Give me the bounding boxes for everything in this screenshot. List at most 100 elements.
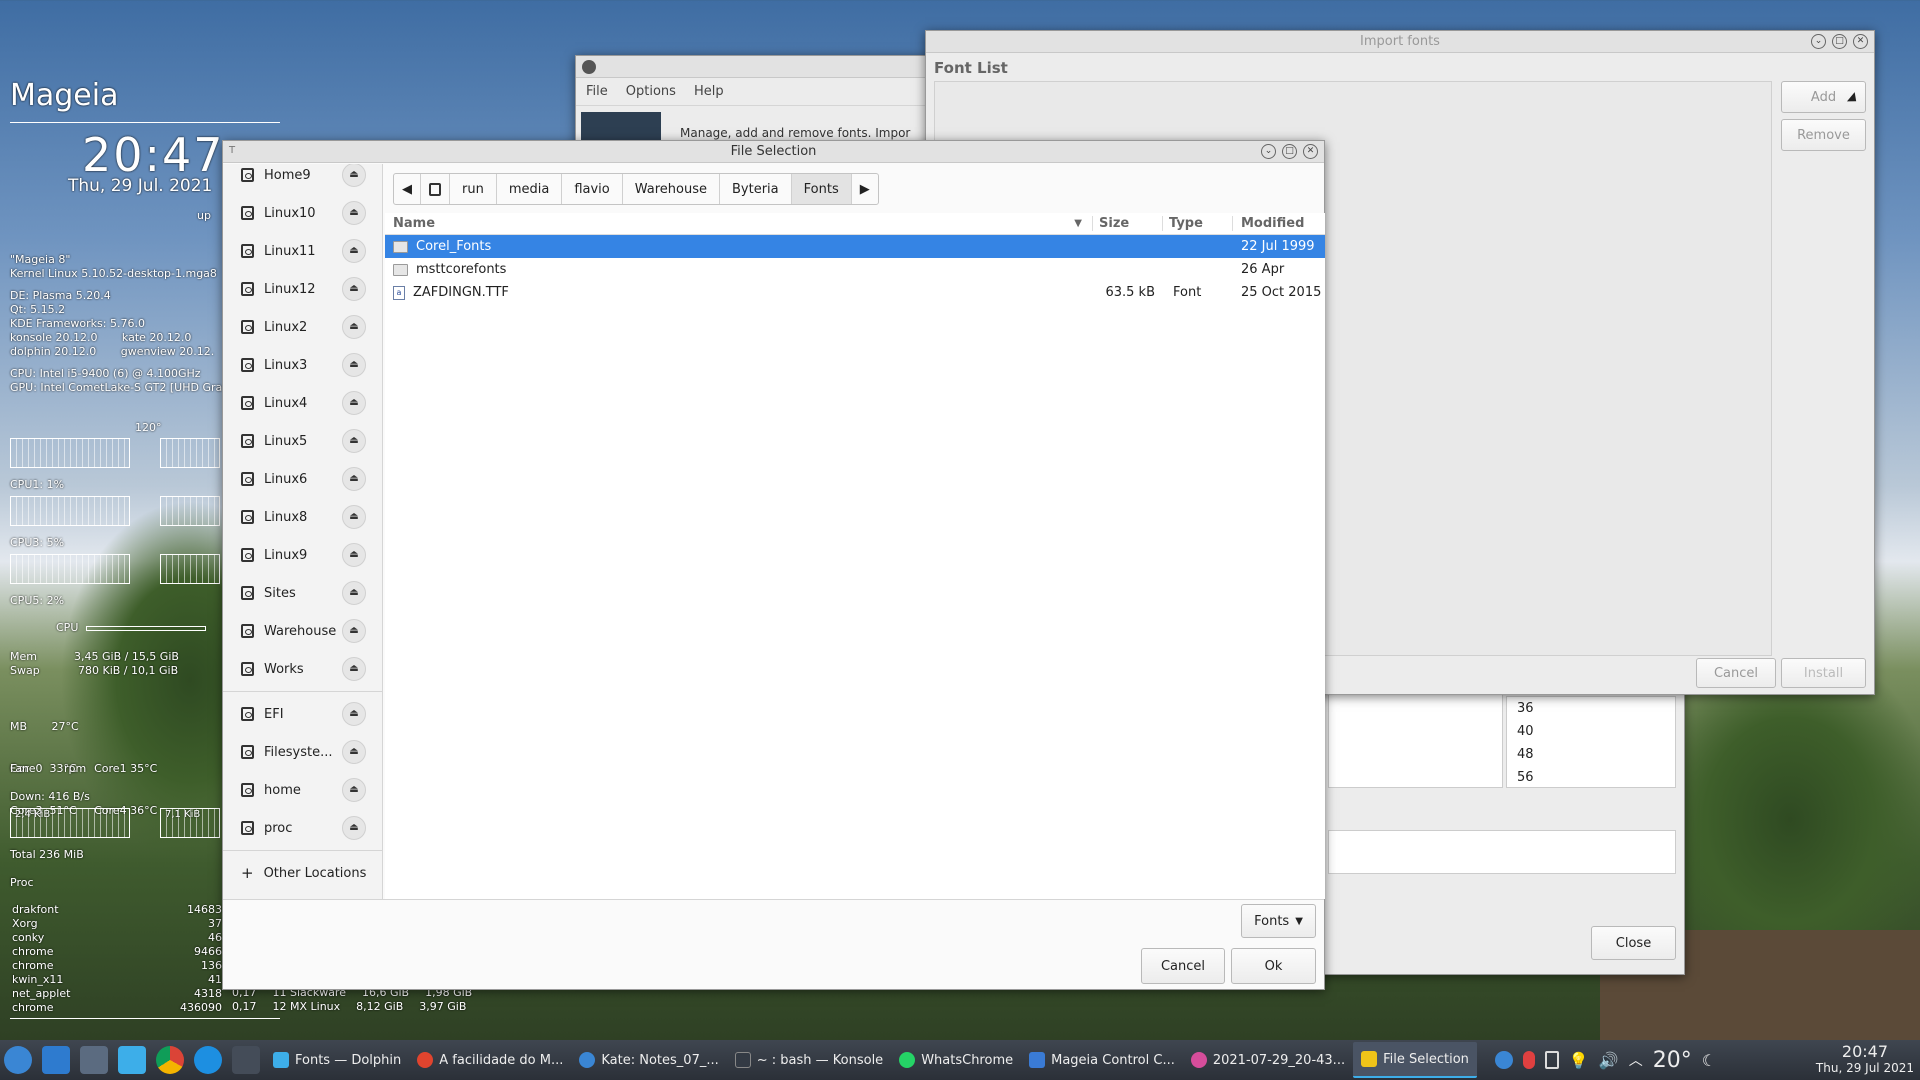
eject-icon[interactable]: ⏏ bbox=[342, 391, 366, 415]
file-row[interactable]: msttcorefonts 26 Apr bbox=[385, 258, 1325, 281]
eject-icon[interactable]: ⏏ bbox=[342, 816, 366, 840]
eject-icon[interactable]: ⏏ bbox=[342, 619, 366, 643]
crumb-run[interactable]: run bbox=[450, 174, 497, 204]
maximize-icon[interactable]: □ bbox=[1282, 144, 1297, 159]
eject-icon[interactable]: ⏏ bbox=[342, 467, 366, 491]
network-icon[interactable] bbox=[1494, 1051, 1513, 1069]
settings-gear-icon[interactable] bbox=[42, 1046, 70, 1074]
menu-help[interactable]: Help bbox=[694, 84, 724, 99]
eject-icon[interactable]: ⏏ bbox=[342, 543, 366, 567]
notifications-icon[interactable]: 💡 bbox=[1569, 1051, 1589, 1070]
task-chrome[interactable]: A facilidade do M... bbox=[409, 1042, 571, 1078]
crumb-flavio[interactable]: flavio bbox=[562, 174, 623, 204]
column-name[interactable]: Name ▼ bbox=[385, 216, 1093, 231]
kate-icon[interactable] bbox=[194, 1046, 222, 1074]
menu-file[interactable]: File bbox=[586, 84, 608, 99]
eject-icon[interactable]: ⏏ bbox=[342, 505, 366, 529]
expand-tray-icon[interactable]: ︿ bbox=[1629, 1050, 1643, 1070]
path-scroll-right-icon[interactable]: ▶ bbox=[852, 174, 878, 204]
eject-icon[interactable]: ⏏ bbox=[342, 164, 366, 187]
place-sites[interactable]: Sites ⏏ bbox=[223, 574, 382, 612]
system-monitor-icon[interactable] bbox=[80, 1046, 108, 1074]
volume-icon[interactable]: 🔊 bbox=[1599, 1051, 1619, 1070]
maximize-icon[interactable]: □ bbox=[1832, 34, 1847, 49]
close-button[interactable]: Close bbox=[1591, 926, 1676, 960]
close-icon[interactable]: ✕ bbox=[1853, 34, 1868, 49]
place-linux11[interactable]: Linux11 ⏏ bbox=[223, 232, 382, 270]
place-linux8[interactable]: Linux8 ⏏ bbox=[223, 498, 382, 536]
size-item[interactable]: 48 bbox=[1517, 743, 1675, 766]
eject-icon[interactable]: ⏏ bbox=[342, 740, 366, 764]
task-whatschrome[interactable]: WhatsChrome bbox=[891, 1042, 1021, 1078]
place-linux10[interactable]: Linux10 ⏏ bbox=[223, 194, 382, 232]
install-button[interactable]: Install bbox=[1781, 658, 1866, 688]
clipboard-icon[interactable] bbox=[1544, 1051, 1559, 1069]
device-proc[interactable]: proc ⏏ bbox=[223, 809, 382, 847]
minimize-icon[interactable]: ⌄ bbox=[1811, 34, 1826, 49]
ok-button[interactable]: Ok bbox=[1231, 948, 1316, 984]
crumb-media[interactable]: media bbox=[497, 174, 563, 204]
column-type[interactable]: Type bbox=[1163, 216, 1233, 231]
close-icon[interactable]: ✕ bbox=[1303, 144, 1318, 159]
size-item[interactable]: 40 bbox=[1517, 720, 1675, 743]
minimize-icon[interactable]: ⌄ bbox=[1261, 144, 1276, 159]
taskbar-clock[interactable]: 20:47 Thu, 29 Jul 2021 bbox=[1816, 1044, 1914, 1076]
weather-temperature[interactable]: 20° bbox=[1653, 1048, 1692, 1073]
eject-icon[interactable]: ⏏ bbox=[342, 581, 366, 605]
file-type-filter[interactable]: Fonts ▼ bbox=[1241, 904, 1316, 938]
place-linux4[interactable]: Linux4 ⏏ bbox=[223, 384, 382, 422]
task-dolphin[interactable]: Fonts — Dolphin bbox=[265, 1042, 409, 1078]
proc-pid: 136 bbox=[201, 959, 222, 972]
konsole-icon[interactable] bbox=[232, 1046, 260, 1074]
place-linux9[interactable]: Linux9 ⏏ bbox=[223, 536, 382, 574]
night-mode-icon[interactable]: ☾ bbox=[1702, 1051, 1716, 1070]
eject-icon[interactable]: ⏏ bbox=[342, 277, 366, 301]
place-warehouse[interactable]: Warehouse ⏏ bbox=[223, 612, 382, 650]
column-modified[interactable]: Modified bbox=[1233, 216, 1325, 231]
eject-icon[interactable]: ⏏ bbox=[342, 201, 366, 225]
size-item[interactable]: 36 bbox=[1517, 697, 1675, 720]
crumb-warehouse[interactable]: Warehouse bbox=[623, 174, 720, 204]
eject-icon[interactable]: ⏏ bbox=[342, 429, 366, 453]
place-works[interactable]: Works ⏏ bbox=[223, 650, 382, 688]
cancel-button[interactable]: Cancel bbox=[1696, 658, 1776, 688]
crumb-byteria[interactable]: Byteria bbox=[720, 174, 792, 204]
remove-button[interactable]: Remove bbox=[1781, 119, 1866, 151]
column-size[interactable]: Size bbox=[1093, 216, 1163, 231]
dolphin-icon[interactable] bbox=[118, 1046, 146, 1074]
device-efi[interactable]: EFI ⏏ bbox=[223, 695, 382, 733]
task-file-selection[interactable]: File Selection bbox=[1353, 1042, 1477, 1078]
crumb-fonts[interactable]: Fonts bbox=[791, 174, 852, 204]
place-home9[interactable]: Home9 ⏏ bbox=[223, 164, 382, 194]
task-konsole[interactable]: ~ : bash — Konsole bbox=[727, 1042, 891, 1078]
eject-icon[interactable]: ⏏ bbox=[342, 657, 366, 681]
file-row[interactable]: Corel_Fonts 22 Jul 1999 bbox=[385, 235, 1325, 258]
chrome-icon[interactable] bbox=[156, 1046, 184, 1074]
path-scroll-left-icon[interactable]: ◀ bbox=[394, 174, 421, 204]
other-locations[interactable]: + Other Locations bbox=[223, 854, 382, 892]
file-row[interactable]: a ZAFDINGN.TTF 63.5 kB Font 25 Oct 2015 bbox=[385, 281, 1325, 304]
cancel-button[interactable]: Cancel bbox=[1141, 948, 1225, 984]
eject-icon[interactable]: ⏏ bbox=[342, 702, 366, 726]
eject-icon[interactable]: ⏏ bbox=[342, 353, 366, 377]
place-linux6[interactable]: Linux6 ⏏ bbox=[223, 460, 382, 498]
task-mageia-control-center[interactable]: Mageia Control C... bbox=[1021, 1042, 1183, 1078]
eject-icon[interactable]: ⏏ bbox=[342, 315, 366, 339]
place-linux5[interactable]: Linux5 ⏏ bbox=[223, 422, 382, 460]
size-list[interactable]: 36 40 48 56 bbox=[1506, 696, 1676, 788]
task-kate[interactable]: Kate: Notes_07_... bbox=[571, 1042, 726, 1078]
place-linux2[interactable]: Linux2 ⏏ bbox=[223, 308, 382, 346]
size-item[interactable]: 56 bbox=[1517, 766, 1675, 789]
update-icon[interactable] bbox=[1522, 1051, 1535, 1069]
device-filesystem[interactable]: Filesyste... ⏏ bbox=[223, 733, 382, 771]
menu-options[interactable]: Options bbox=[626, 84, 676, 99]
place-linux12[interactable]: Linux12 ⏏ bbox=[223, 270, 382, 308]
eject-icon[interactable]: ⏏ bbox=[342, 239, 366, 263]
task-screenshot[interactable]: 2021-07-29_20-43... bbox=[1183, 1042, 1353, 1078]
preview-text-field[interactable] bbox=[1328, 830, 1676, 874]
application-launcher-icon[interactable] bbox=[4, 1046, 32, 1074]
device-home[interactable]: home ⏏ bbox=[223, 771, 382, 809]
place-linux3[interactable]: Linux3 ⏏ bbox=[223, 346, 382, 384]
drive-root-icon[interactable] bbox=[421, 174, 450, 204]
eject-icon[interactable]: ⏏ bbox=[342, 778, 366, 802]
